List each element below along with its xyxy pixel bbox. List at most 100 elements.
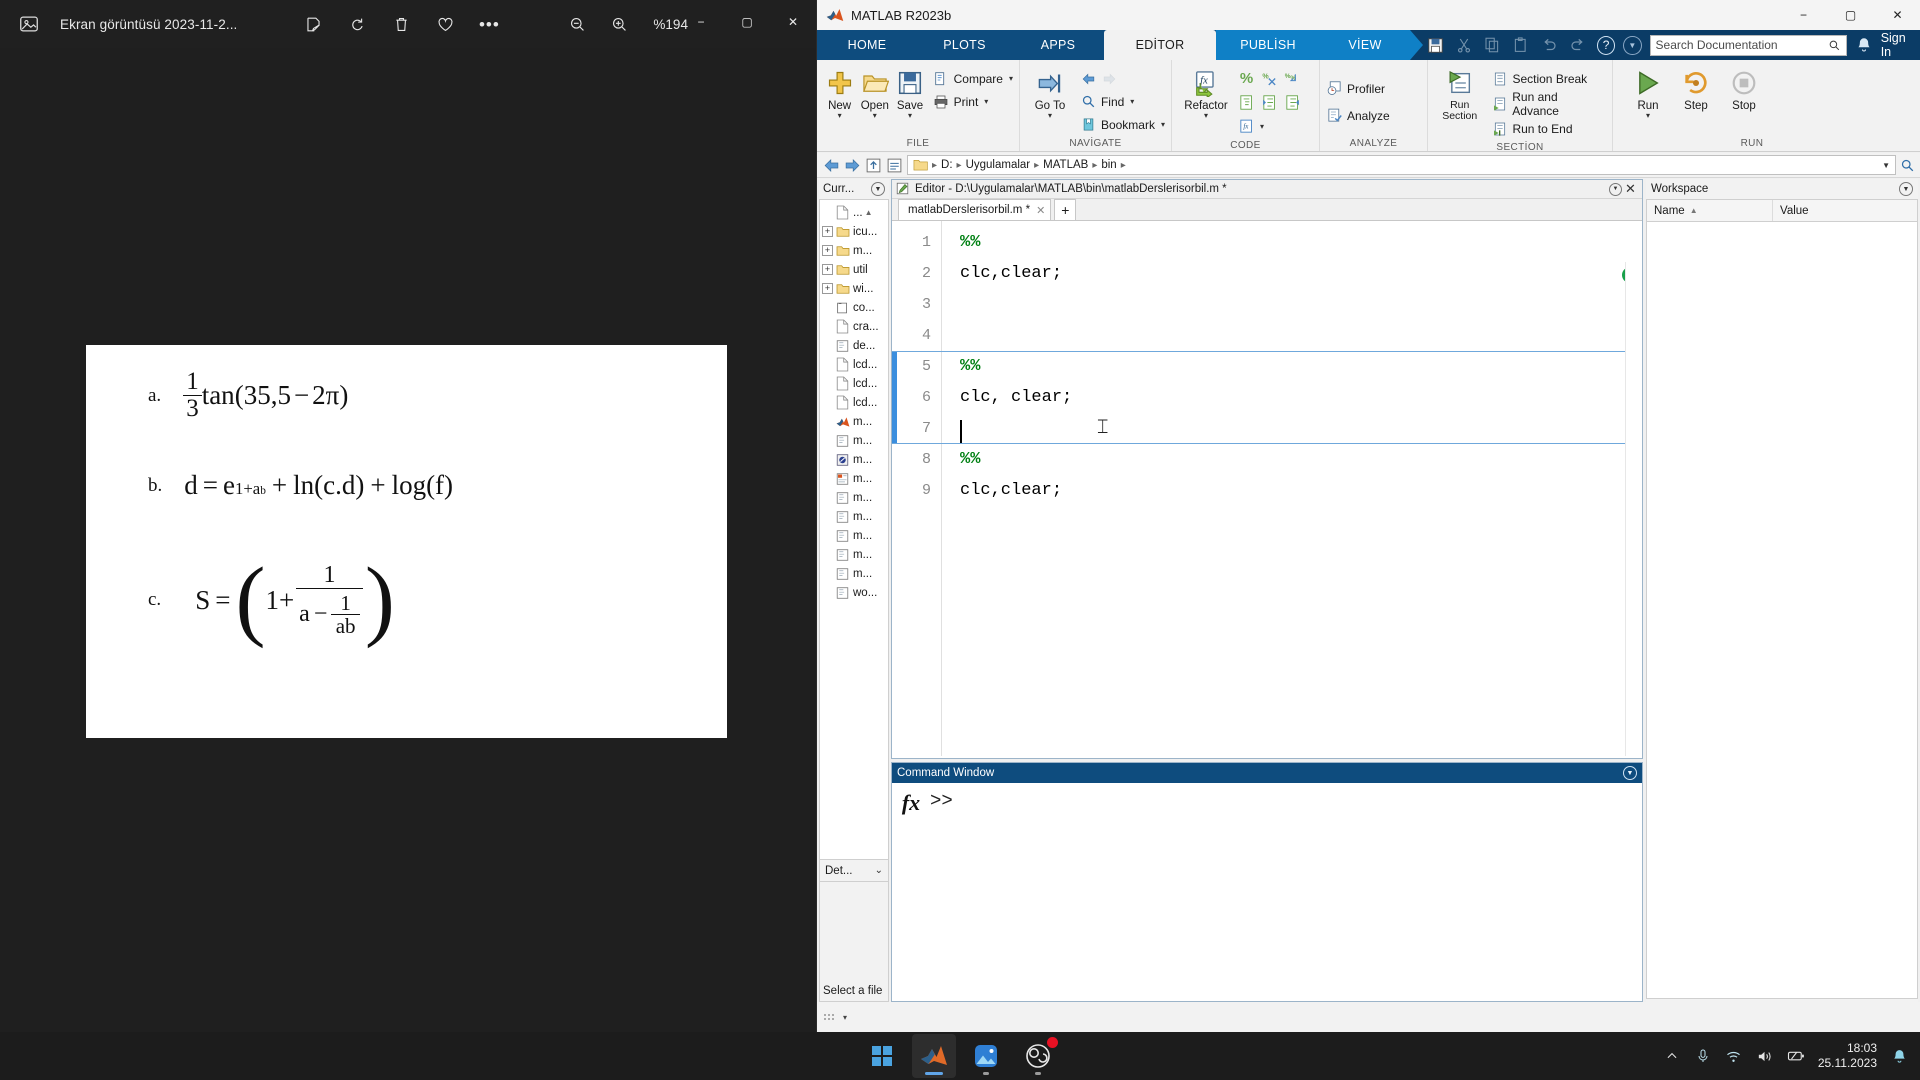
details-collapsible-header[interactable]: Det... ⌄	[819, 860, 889, 882]
workspace-column-name[interactable]: Name ▲	[1647, 200, 1773, 221]
close-icon[interactable]: ✕	[1036, 204, 1045, 217]
help-dropdown-icon[interactable]: ▼	[1623, 35, 1642, 55]
tab-view[interactable]: VİEW	[1320, 30, 1410, 60]
list-item[interactable]: m...	[820, 412, 888, 431]
workspace-column-value[interactable]: Value	[1773, 200, 1917, 221]
list-item[interactable]: cra...	[820, 317, 888, 336]
list-item[interactable]: ... ▲	[820, 203, 888, 222]
close-icon[interactable]: ✕	[1623, 181, 1638, 197]
chevron-down-icon[interactable]: ▾	[1130, 97, 1134, 106]
path-breadcrumb[interactable]: ▸ D: ▸ Uygulamalar ▸ MATLAB ▸ bin ▸ ▼	[907, 155, 1896, 175]
chevron-down-icon[interactable]: ▾	[843, 1013, 847, 1022]
open-button[interactable]: Open ▾	[858, 64, 891, 120]
photos-maximize-button[interactable]: ▢	[724, 0, 770, 44]
expand-icon[interactable]: +	[822, 245, 833, 256]
more-options-icon[interactable]: •••	[469, 8, 509, 40]
bell-icon[interactable]	[1890, 1047, 1908, 1065]
refactor-button[interactable]: fx Refactor ▾	[1178, 64, 1234, 120]
up-folder-icon[interactable]	[865, 157, 882, 174]
matlab-maximize-button[interactable]: ▢	[1827, 0, 1874, 30]
compare-button[interactable]: Compare ▾	[933, 67, 1013, 90]
navigate-arrows[interactable]	[1080, 67, 1165, 90]
nav-back-icon[interactable]	[1080, 70, 1097, 87]
battery-icon[interactable]	[1787, 1047, 1805, 1065]
list-item[interactable]: m...	[820, 507, 888, 526]
save-button[interactable]: Save ▾	[893, 64, 926, 120]
panel-options-icon[interactable]: ▼	[1623, 766, 1637, 780]
wifi-icon[interactable]	[1725, 1047, 1743, 1065]
rotate-icon[interactable]	[337, 8, 377, 40]
chevron-down-icon[interactable]: ▾	[1048, 112, 1052, 120]
chevron-down-icon[interactable]: ▾	[984, 97, 988, 106]
taskbar-obs[interactable]	[1016, 1034, 1060, 1078]
matlab-close-button[interactable]: ✕	[1874, 0, 1920, 30]
current-folder-list[interactable]: ... ▲ + icu... + m... + util + wi... co.…	[819, 199, 889, 860]
list-item[interactable]: de...	[820, 336, 888, 355]
crumb-0[interactable]: D:	[941, 159, 953, 171]
help-question-icon[interactable]: ?	[1596, 35, 1616, 55]
redo-icon[interactable]	[1569, 36, 1587, 55]
list-item[interactable]: lcd...	[820, 393, 888, 412]
smart-indent-icon[interactable]	[1238, 94, 1255, 111]
list-item[interactable]: + util	[820, 260, 888, 279]
photos-minimize-button[interactable]: −	[678, 0, 724, 44]
list-item[interactable]: m...	[820, 469, 888, 488]
paste-icon[interactable]	[1512, 36, 1530, 55]
tab-publish[interactable]: PUBLİSH	[1216, 30, 1320, 60]
list-item[interactable]: m...	[820, 526, 888, 545]
search-documentation-input[interactable]: Search Documentation	[1649, 34, 1847, 56]
tab-editor[interactable]: EDİTOR	[1104, 30, 1216, 60]
list-item[interactable]: lcd...	[820, 374, 888, 393]
expand-icon[interactable]: +	[822, 226, 833, 237]
list-item[interactable]: m...	[820, 431, 888, 450]
chevron-down-icon[interactable]: ▾	[1009, 74, 1013, 83]
comment-percent-icon[interactable]: %	[1238, 70, 1255, 87]
workspace-table[interactable]: Name ▲ Value	[1646, 199, 1918, 999]
copy-icon[interactable]	[1483, 36, 1501, 55]
undo-icon[interactable]	[1540, 36, 1558, 55]
chevron-down-icon[interactable]: ▾	[838, 112, 842, 120]
back-arrow-icon[interactable]	[823, 157, 840, 174]
volume-icon[interactable]	[1756, 1047, 1774, 1065]
chevron-down-icon[interactable]: ▾	[1260, 122, 1264, 131]
tab-apps[interactable]: APPS	[1012, 30, 1104, 60]
chevron-down-icon[interactable]: ▾	[1204, 112, 1208, 120]
list-item[interactable]: m...	[820, 488, 888, 507]
list-item[interactable]: m...	[820, 564, 888, 583]
browse-folder-icon[interactable]	[886, 157, 903, 174]
zoom-out-icon[interactable]	[557, 8, 597, 40]
print-button[interactable]: Print ▾	[933, 90, 1013, 113]
run-and-advance-button[interactable]: Run and Advance	[1491, 90, 1606, 118]
tab-plots[interactable]: PLOTS	[917, 30, 1012, 60]
search-path-icon[interactable]	[1900, 158, 1915, 173]
indent-left-icon[interactable]	[1284, 94, 1301, 111]
chevron-down-icon[interactable]: ⌄	[875, 865, 883, 876]
stop-button[interactable]: Stop	[1721, 64, 1767, 112]
new-tab-button[interactable]: +	[1054, 199, 1077, 220]
sign-in-button[interactable]: Sign In	[1881, 31, 1918, 59]
editor-code-area[interactable]: 1 2 3 4 5 6 7 8 9 %% clc,clear; %% clc, …	[892, 221, 1642, 756]
taskbar-matlab[interactable]	[912, 1034, 956, 1078]
taskbar-clock[interactable]: 18:03 25.11.2023	[1818, 1041, 1877, 1071]
profiler-button[interactable]: Profiler	[1326, 77, 1390, 100]
cut-icon[interactable]	[1455, 36, 1473, 55]
list-item[interactable]: co...	[820, 298, 888, 317]
list-item[interactable]: m...	[820, 450, 888, 469]
list-item[interactable]: + m...	[820, 241, 888, 260]
favorite-icon[interactable]	[425, 8, 465, 40]
panel-options-icon[interactable]: ▼	[1899, 182, 1913, 196]
photos-viewer-canvas[interactable]: a. 1 3 tan(35,5−2π) b. d = e 1+a b + ln(c.d) + l…	[0, 48, 816, 1032]
bell-icon[interactable]	[1855, 36, 1873, 54]
chevron-down-icon[interactable]: ▾	[908, 112, 912, 120]
crumb-3[interactable]: bin	[1101, 159, 1116, 171]
panel-options-icon[interactable]: ▼	[1608, 182, 1623, 197]
delete-icon[interactable]	[381, 8, 421, 40]
fx-function-browser-icon[interactable]: fx	[892, 790, 930, 1001]
new-button[interactable]: New ▾	[823, 64, 856, 120]
crumb-1[interactable]: Uygulamalar	[966, 159, 1031, 171]
tab-home[interactable]: HOME	[817, 30, 917, 60]
list-item[interactable]: + icu...	[820, 222, 888, 241]
run-button[interactable]: Run ▾	[1625, 64, 1671, 120]
section-break-button[interactable]: Section Break	[1491, 67, 1606, 90]
show-hidden-icons[interactable]	[1663, 1047, 1681, 1065]
